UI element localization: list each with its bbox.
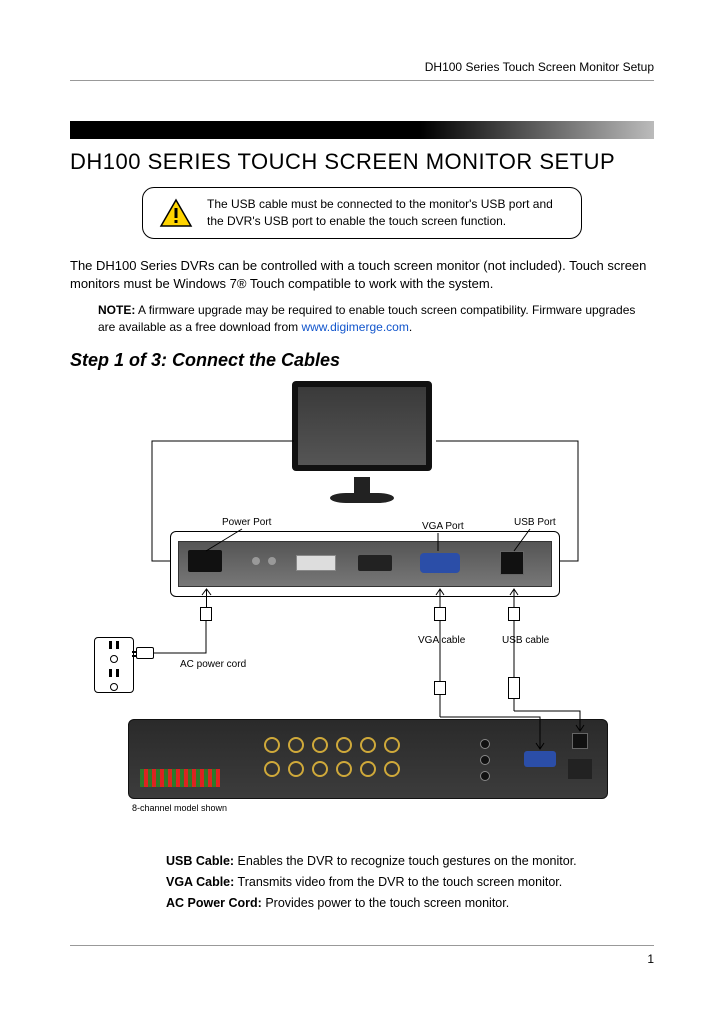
power-port-illustration — [188, 550, 222, 572]
vga-cable-description: VGA Cable: Transmits video from the DVR … — [166, 872, 654, 893]
warning-text: The USB cable must be connected to the m… — [207, 196, 565, 230]
usb-plug-icon — [508, 677, 520, 699]
step-heading: Step 1 of 3: Connect the Cables — [70, 350, 654, 371]
usb-connector-icon — [508, 607, 520, 621]
bnc-row — [264, 737, 400, 753]
usb-cable-label: USB cable — [502, 635, 549, 646]
warning-callout: The USB cable must be connected to the m… — [142, 187, 582, 239]
vga-cable-label-b: VGA Cable: — [166, 875, 234, 889]
vga-connector-icon — [434, 607, 446, 621]
vga-connector-icon — [434, 681, 446, 695]
dvi-port-illustration — [296, 555, 336, 571]
vga-port-label: VGA Port — [422, 521, 464, 532]
wall-outlet-illustration — [94, 637, 134, 693]
power-plug-illustration — [136, 647, 154, 659]
bnc-row — [264, 761, 400, 777]
audio-jack-icon — [480, 771, 490, 781]
dvr-ethernet-port — [568, 759, 592, 779]
page-title: DH100 SERIES TOUCH SCREEN MONITOR SETUP — [70, 149, 654, 175]
audio-jack-icon — [252, 557, 260, 565]
ac-power-cord-label: AC power cord — [180, 659, 246, 670]
power-port-label: Power Port — [222, 517, 271, 528]
dvr-terminal-block — [140, 769, 220, 787]
dvr-vga-port — [524, 751, 556, 767]
vga-cable-text: Transmits video from the DVR to the touc… — [234, 875, 562, 889]
section-bar — [70, 121, 654, 139]
vga-cable-label: VGA cable — [418, 635, 465, 646]
page-number: 1 — [70, 952, 654, 966]
warning-icon — [159, 198, 193, 228]
note-after: . — [409, 320, 412, 334]
ac-power-text: Provides power to the touch screen monit… — [262, 896, 509, 910]
connection-diagram: Power Port VGA Port USB Port VGA cable U… — [82, 381, 642, 841]
header-rule — [70, 80, 654, 81]
monitor-base — [330, 493, 394, 503]
ac-power-label: AC Power Cord: — [166, 896, 262, 910]
intro-paragraph: The DH100 Series DVRs can be controlled … — [70, 257, 654, 295]
usb-cable-description: USB Cable: Enables the DVR to recognize … — [166, 851, 654, 872]
usb-port-illustration — [500, 551, 524, 575]
running-header: DH100 Series Touch Screen Monitor Setup — [70, 60, 654, 74]
audio-jack-icon — [480, 739, 490, 749]
note-block: NOTE: A firmware upgrade may be required… — [70, 302, 654, 336]
ac-power-description: AC Power Cord: Provides power to the tou… — [166, 893, 654, 914]
usb-cable-text: Enables the DVR to recognize touch gestu… — [234, 854, 577, 868]
footer-rule — [70, 945, 654, 946]
usb-port-label: USB Port — [514, 517, 556, 528]
dvr-usb-port — [572, 733, 588, 749]
cable-descriptions: USB Cable: Enables the DVR to recognize … — [70, 851, 654, 915]
audio-jack-icon — [268, 557, 276, 565]
note-label: NOTE: — [98, 303, 135, 317]
power-connector-icon — [200, 607, 212, 621]
monitor-illustration — [292, 381, 432, 471]
firmware-link[interactable]: www.digimerge.com — [301, 320, 408, 334]
usb-cable-label: USB Cable: — [166, 854, 234, 868]
hdmi-port-illustration — [358, 555, 392, 571]
model-caption: 8-channel model shown — [132, 803, 227, 813]
audio-jack-icon — [480, 755, 490, 765]
vga-port-illustration — [420, 553, 460, 573]
